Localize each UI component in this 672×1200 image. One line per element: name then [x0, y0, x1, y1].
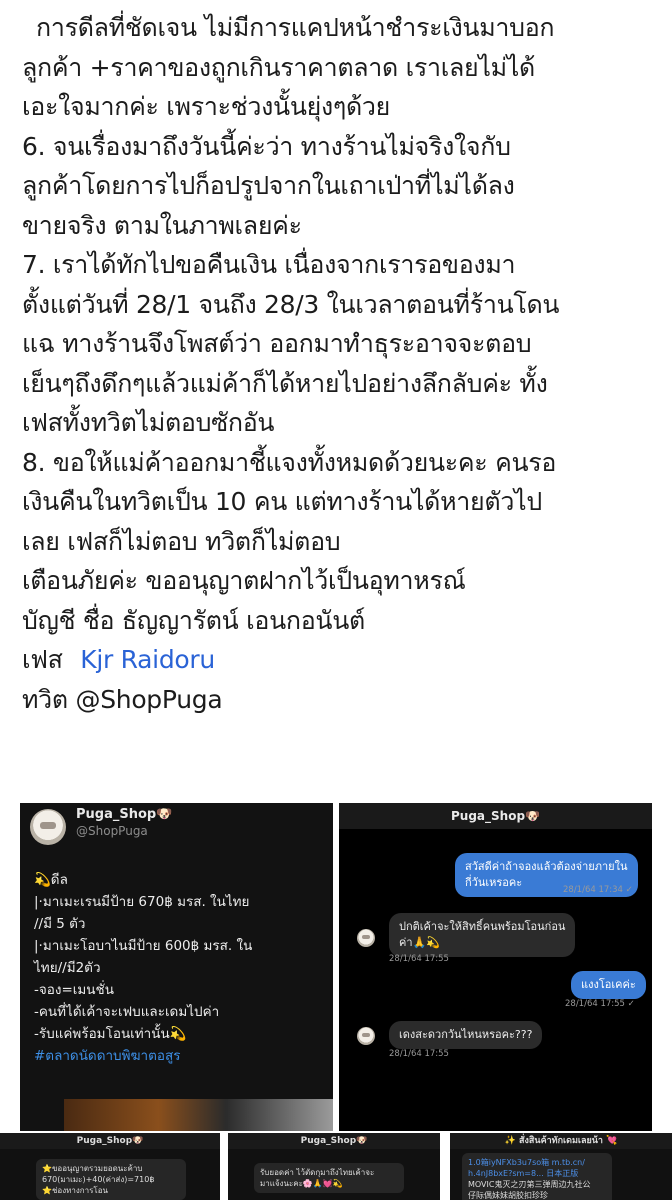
- thumb-message: ⭐ขออนุญาตรวมยอดนะค้าบ 670(มาเมะ)+40(ค่าส…: [36, 1159, 186, 1200]
- post-line: 8. ขอให้แม่ค้าออกมาชี้แจงทั้งหมดด้วยนะคะ…: [22, 447, 557, 477]
- post-line: ขายจริง ตามในภาพเลยค่ะ: [22, 210, 302, 240]
- twitter-line: ทวิต @ShopPuga: [22, 684, 223, 714]
- thumb-message: รับยอดค่า ไว้ตัดกุมาถึงไทยเค้าจะ มาแจ้งน…: [254, 1163, 404, 1193]
- message-timestamp: 28/1/64 17:55 ✓: [565, 999, 635, 1009]
- tweet-line: ไทย//มี2ตัว: [34, 960, 101, 976]
- thumb-title: Puga_Shop🐶: [0, 1133, 220, 1149]
- attached-image-tweet[interactable]: Puga_Shop🐶 @ShopPuga 💫ดีล |·มาเมะเรนมีป้…: [20, 803, 333, 1131]
- tweet-line: //มี 5 ตัว: [34, 916, 86, 932]
- tweet-line: -จอง=เมนชั่น: [34, 982, 114, 998]
- post-line: การดีลที่ชัดเจน ไม่มีการแคปหน้าชำระเงินม…: [36, 13, 555, 42]
- post-line: เอะใจมากค่ะ เพราะช่วงนั้นยุ่งๆด้วย: [22, 92, 391, 121]
- thumb-message: 1.0箱iyNFXb3u7so箱 m.tb.cn/ h.4nJ8bxE?sm=8…: [462, 1153, 612, 1200]
- post-line: เลย เฟสก็ไม่ตอบ ทวิตก็ไม่ตอบ: [22, 526, 341, 556]
- post-line: 6. จนเรื่องมาถึงวันนี้ค่ะว่า ทางร้านไม่จ…: [22, 131, 511, 161]
- attached-image-chat[interactable]: Puga_Shop🐶 สวัสดีค่าถ้าจองแล้วต้องจ่ายภา…: [339, 803, 652, 1131]
- facebook-line: เฟส Kjr Raidoru: [22, 640, 662, 680]
- thumb-title: Puga_Shop🐶: [228, 1133, 440, 1149]
- chat-message-incoming: ปกติเค้าจะให้สิทธิ์คนพร้อมโอนก่อน ค่า🙏💫: [389, 913, 576, 957]
- message-timestamp: 28/1/64 17:34 ✓: [563, 885, 633, 895]
- post-line: ลูกค้าโดยการไปก็อปรูปจากในเถาเป่าที่ไม่ไ…: [22, 171, 515, 200]
- chat-message-outgoing: แงงโอเคค่ะ: [571, 971, 646, 999]
- post-line: ลูกค้า +ราคาของถูกเกินราคาตลาด เราเลยไม่…: [22, 52, 535, 82]
- post-line: แฉ ทางร้านจึงโพสต์ว่า ออกมาทำธุระอาจจะตอ…: [22, 329, 532, 358]
- message-timestamp: 28/1/64 17:55: [389, 1049, 449, 1059]
- post-line: 7. เราได้ทักไปขอคืนเงิน เนื่องจากเรารอขอ…: [22, 250, 516, 279]
- shop-handle: @ShopPuga: [76, 824, 148, 838]
- shop-avatar: [30, 809, 66, 845]
- post-line: เย็นๆถึงดึกๆแล้วแม่ค้าก็ได้หายไปอย่างลึก…: [22, 368, 548, 398]
- attached-image-thumb-3[interactable]: ✨ สั่งสินค้าทักเดมเลยน้า 💘 1.0箱iyNFXb3u7…: [450, 1133, 672, 1200]
- tweet-body: 💫ดีล |·มาเมะเรนมีป้าย 670฿ มรส. ในไทย //…: [34, 869, 329, 1067]
- post-line: ตั้งแต่วันที่ 28/1 จนถึง 28/3 ในเวลาตอนท…: [22, 289, 560, 319]
- post-line: บัญชี ชื่อ ธัญญารัตน์ เอนกอนันต์: [22, 605, 365, 635]
- shop-avatar: [357, 929, 375, 947]
- chat-message-incoming: เดงสะดวกวันไหนหรอคะ???: [389, 1021, 543, 1049]
- attached-image-thumb-2[interactable]: Puga_Shop🐶 รับยอดค่า ไว้ตัดกุมาถึงไทยเค้…: [228, 1133, 440, 1200]
- tweet-photo: [64, 1099, 333, 1131]
- shop-avatar: [357, 1027, 375, 1045]
- message-timestamp: 28/1/64 17:55: [389, 954, 449, 964]
- attached-image-thumb-1[interactable]: Puga_Shop🐶 ⭐ขออนุญาตรวมยอดนะค้าบ 670(มาเ…: [0, 1133, 220, 1200]
- post-line: เตือนภัยค่ะ ขออนุญาตฝากไว้เป็นอุทาหรณ์: [22, 566, 466, 595]
- chat-title: Puga_Shop🐶: [339, 803, 652, 829]
- tweet-line: 💫ดีล: [34, 872, 68, 888]
- facebook-label: เฟส: [22, 645, 63, 674]
- tweet-line: -คนที่ได้เค้าจะเฟบและเดมไปค่า: [34, 1004, 220, 1020]
- facebook-profile-link[interactable]: Kjr Raidoru: [80, 645, 215, 674]
- thumb-title: ✨ สั่งสินค้าทักเดมเลยน้า 💘: [450, 1133, 672, 1149]
- tweet-hashtag: #ตลาดนัดดาบพิฆาตอสูร: [34, 1048, 181, 1064]
- shop-name: Puga_Shop🐶: [76, 807, 173, 822]
- post-line: เฟสทั้งทวิตไม่ตอบซักอัน: [22, 408, 275, 437]
- post-body: การดีลที่ชัดเจน ไม่มีการแคปหน้าชำระเงินม…: [22, 8, 662, 719]
- tweet-line: |·มาเมะโอบาไนมีป้าย 600฿ มรส. ใน: [34, 938, 253, 954]
- tweet-line: -รับแค่พร้อมโอนเท่านั้น💫: [34, 1026, 187, 1042]
- post-line: เงินคืนในทวิตเป็น 10 คน แต่ทางร้านได้หาย…: [22, 487, 542, 516]
- tweet-line: |·มาเมะเรนมีป้าย 670฿ มรส. ในไทย: [34, 894, 250, 910]
